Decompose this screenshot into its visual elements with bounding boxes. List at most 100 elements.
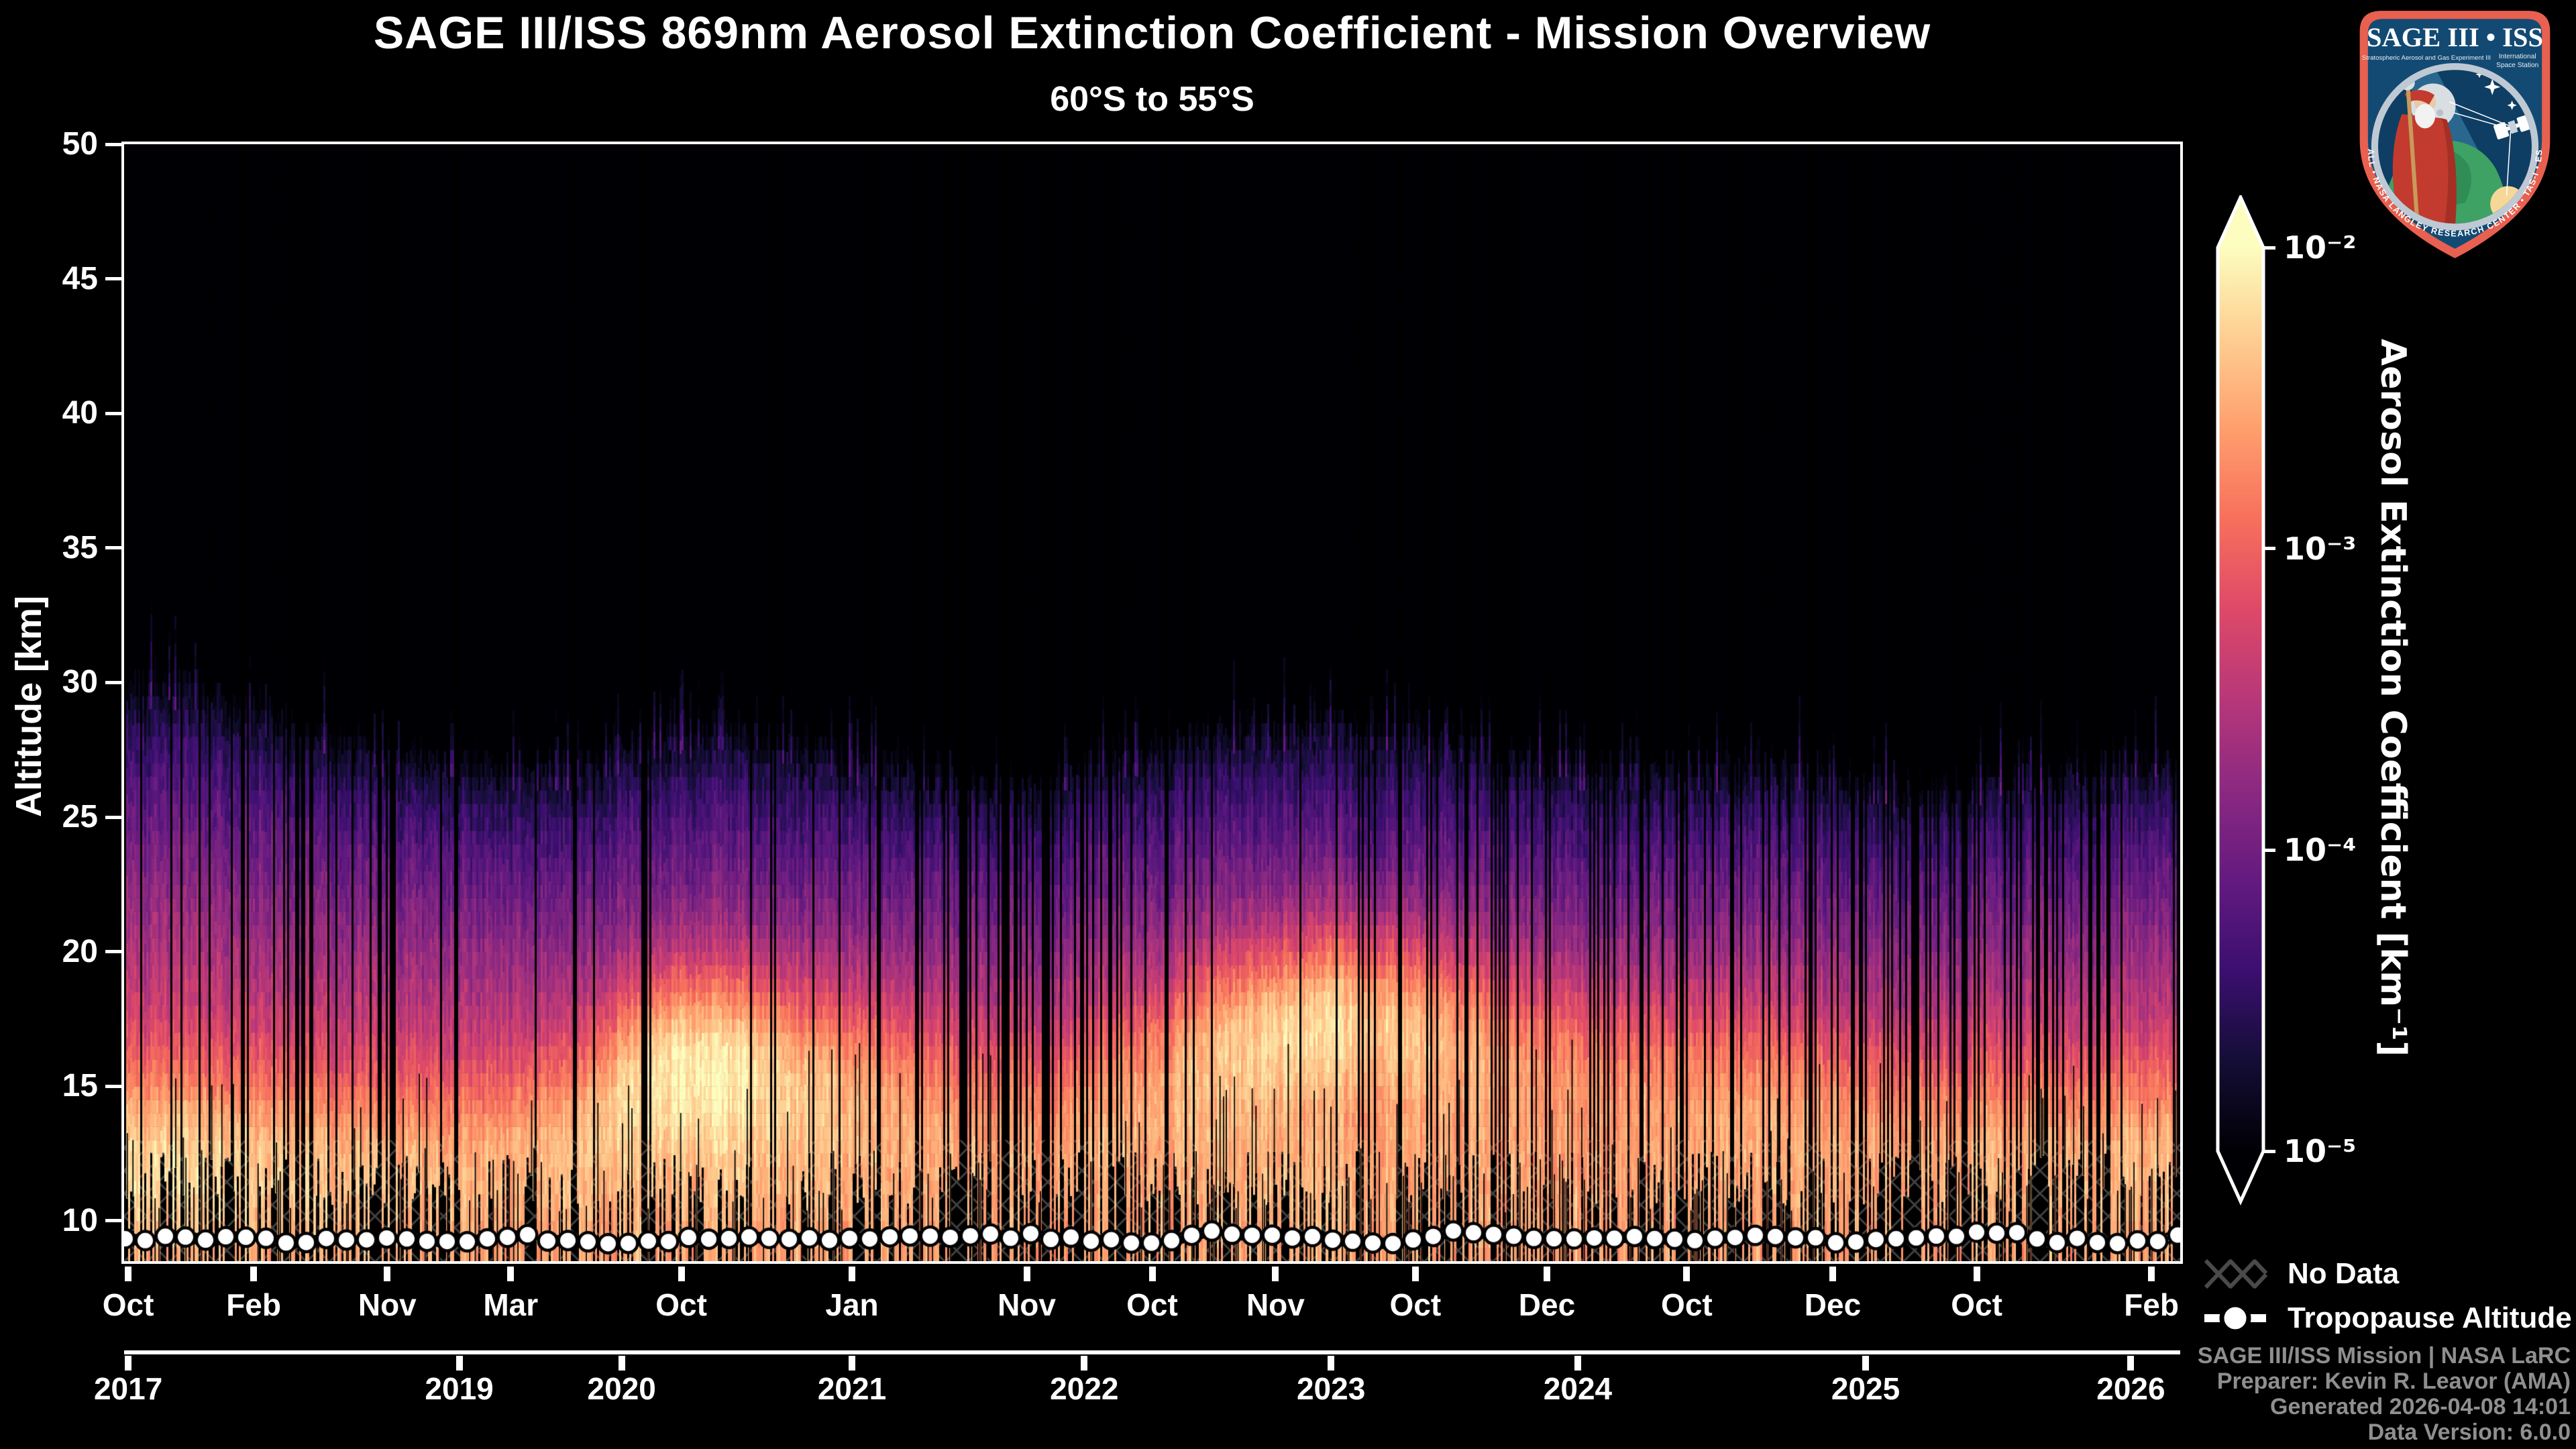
month-tick <box>1411 1267 1419 1281</box>
colorbar-title: Aerosol Extinction Coefficient [km⁻¹] <box>2373 338 2413 1057</box>
month-tick <box>1829 1267 1836 1281</box>
year-tick <box>2127 1356 2135 1371</box>
chart-subtitle: 60°S to 55°S <box>1050 80 1254 119</box>
month-tick-label: Mar <box>483 1287 539 1322</box>
year-tick-label: 2022 <box>1050 1371 1119 1406</box>
credit-line-version: Data Version: 6.0.0 <box>2367 1419 2571 1445</box>
year-axis-line <box>124 1350 2180 1354</box>
month-tick-label: Oct <box>1951 1287 2002 1322</box>
y-axis-tick <box>105 680 123 684</box>
month-tick-label: Jan <box>825 1287 879 1322</box>
year-tick <box>849 1356 855 1371</box>
y-axis-tick <box>105 277 123 281</box>
year-tick <box>1328 1356 1335 1371</box>
logo-subtitle-left: Stratospheric Aerosol and Gas Experiment… <box>2362 54 2491 62</box>
y-axis-tick-label: 15 <box>62 1068 98 1104</box>
legend: No Data Tropopause Altitude <box>2202 1253 2576 1342</box>
credits-block: SAGE III/ISS Mission | NASA LaRC Prepare… <box>2198 1343 2571 1445</box>
year-tick <box>455 1356 463 1371</box>
credit-line-generated: Generated 2026-04-08 14:01 <box>2270 1394 2571 1419</box>
credit-line-preparer: Preparer: Kevin R. Leavor (AMA) <box>2216 1368 2571 1394</box>
month-tick-label: Feb <box>2124 1287 2179 1322</box>
month-axis: Oct Feb Nov Mar Oct Jan Nov Oct Nov Oct Dec Oct Dec O… <box>103 1264 2180 1331</box>
y-axis-ticks: 10 15 20 25 30 35 40 45 50 <box>0 126 124 1261</box>
tropopause-line-icon <box>2204 1302 2266 1334</box>
colorbar-under-arrow <box>2218 1151 2263 1201</box>
no-data-hatch-icon <box>2204 1258 2268 1289</box>
year-tick-label: 2023 <box>1296 1371 1366 1406</box>
month-tick-label: Dec <box>1518 1287 1576 1322</box>
year-tick-label: 2017 <box>93 1371 163 1406</box>
year-tick-label: 2025 <box>1831 1371 1900 1406</box>
month-tick <box>384 1267 391 1281</box>
month-tick <box>2148 1267 2155 1281</box>
month-tick-label: Nov <box>1246 1287 1305 1322</box>
month-tick <box>1683 1267 1690 1281</box>
y-axis-tick-label: 10 <box>62 1202 98 1238</box>
year-tick <box>1081 1356 1088 1371</box>
logo-subtitle-right-1: International <box>2499 53 2536 60</box>
y-axis-tick-label: 30 <box>62 664 98 700</box>
year-axis: 2017 2019 2020 2021 2022 2023 2024 2025 2026 <box>94 1350 2180 1424</box>
year-tick <box>618 1356 625 1371</box>
year-tick-label: 2026 <box>2096 1371 2165 1406</box>
y-axis-tick-label: 50 <box>62 126 98 162</box>
month-tick <box>678 1267 685 1281</box>
colorbar <box>2216 195 2265 1206</box>
y-axis-tick <box>105 815 123 819</box>
y-axis-tick <box>105 411 123 415</box>
year-tick <box>1862 1356 1870 1371</box>
logo-subtitle-right-2: Space Station <box>2496 62 2538 69</box>
month-tick <box>1023 1267 1030 1281</box>
y-axis-tick <box>105 950 123 954</box>
year-tick <box>1574 1356 1581 1371</box>
month-tick <box>1973 1267 1980 1281</box>
month-tick <box>250 1267 258 1281</box>
colorbar-tick <box>2262 1149 2275 1153</box>
heatmap-plot <box>121 142 2183 1264</box>
month-tick <box>1148 1267 1156 1281</box>
month-tick <box>125 1267 132 1281</box>
colorbar-tick <box>2262 848 2275 852</box>
no-data-label: No Data <box>2288 1257 2400 1290</box>
month-tick-label: Oct <box>1661 1287 1713 1322</box>
month-tick-label: Oct <box>1389 1287 1442 1322</box>
y-axis-tick-label: 40 <box>62 395 98 431</box>
year-tick-label: 2024 <box>1543 1371 1613 1406</box>
logo-title: SAGE III • ISS <box>2367 22 2543 52</box>
year-tick <box>125 1356 132 1371</box>
month-tick-label: Oct <box>1126 1287 1178 1322</box>
month-tick-label: Feb <box>226 1287 281 1322</box>
colorbar-gradient <box>2218 248 2263 1151</box>
y-axis-tick-label: 25 <box>62 799 98 835</box>
year-tick-label: 2021 <box>817 1371 887 1406</box>
legend-tropopause: Tropopause Altitude <box>2202 1297 2576 1339</box>
tropopause-label: Tropopause Altitude <box>2288 1301 2572 1334</box>
y-axis-tick-label: 20 <box>62 933 98 969</box>
legend-no-data: No Data <box>2202 1253 2576 1295</box>
figure-root: SAGE III/ISS 869nm Aerosol Extinction Co… <box>0 0 2576 1449</box>
month-tick-label: Oct <box>102 1287 154 1322</box>
year-tick-label: 2020 <box>587 1371 656 1406</box>
month-tick-label: Dec <box>1804 1287 1862 1322</box>
y-axis-tick <box>105 1219 123 1223</box>
heatmap-canvas <box>124 144 2180 1261</box>
colorbar-tick <box>2262 547 2275 551</box>
month-tick <box>849 1267 855 1281</box>
month-tick <box>507 1267 515 1281</box>
mission-logo-patch: SAGE III • ISS Stratospheric Aerosol and… <box>2339 5 2551 258</box>
colorbar-over-arrow <box>2218 197 2263 248</box>
month-tick <box>1272 1267 1279 1281</box>
y-axis-tick-label: 45 <box>62 260 98 297</box>
y-axis-tick-label: 35 <box>62 529 98 566</box>
month-tick-label: Nov <box>358 1287 417 1322</box>
chart-title: SAGE III/ISS 869nm Aerosol Extinction Co… <box>373 7 1931 58</box>
y-axis-tick <box>105 142 123 146</box>
colorbar-tick <box>2262 246 2275 250</box>
year-tick-label: 2019 <box>425 1371 494 1406</box>
month-tick-label: Oct <box>655 1287 707 1322</box>
credit-line-mission: SAGE III/ISS Mission | NASA LaRC <box>2197 1343 2571 1368</box>
month-tick-label: Nov <box>998 1287 1056 1322</box>
y-axis-tick <box>105 546 123 550</box>
logo-moon-crater <box>2436 109 2444 117</box>
